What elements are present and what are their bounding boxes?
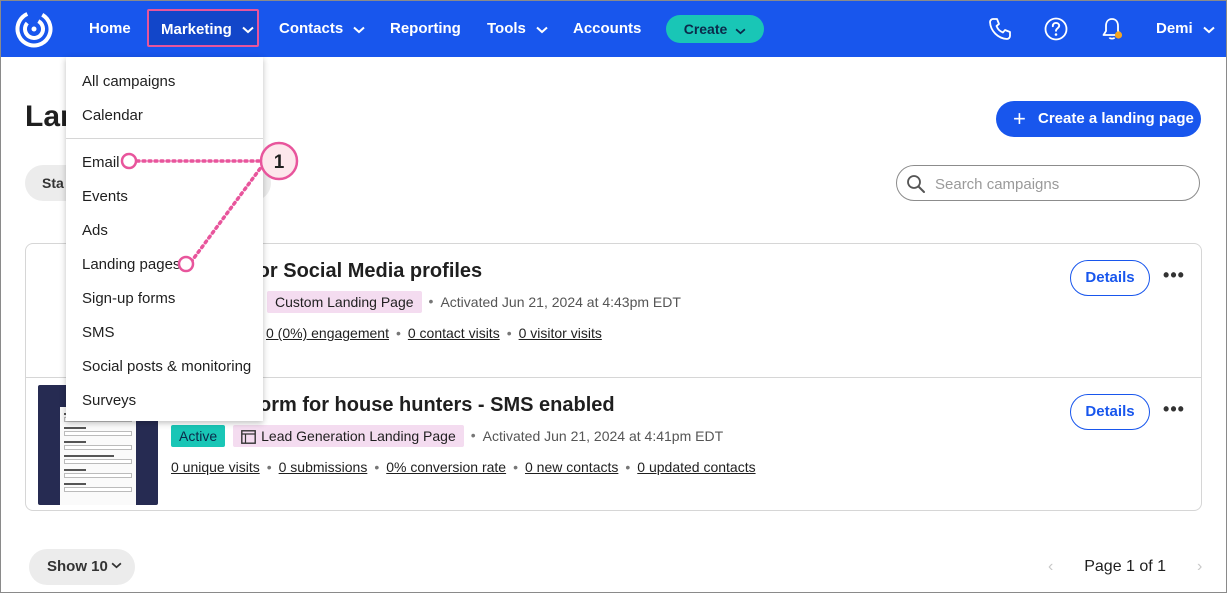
activated-text: Activated Jun 21, 2024 at 4:43pm EDT <box>440 294 681 310</box>
notification-dot <box>1114 31 1123 39</box>
stat-link[interactable]: 0 submissions <box>279 459 368 475</box>
stat-link[interactable]: 0 contact visits <box>408 325 500 341</box>
details-button[interactable]: Details <box>1070 260 1150 296</box>
more-options-icon[interactable]: ••• <box>1162 262 1186 292</box>
chevron-down-icon <box>111 562 122 569</box>
row-stats: 0 unique visits • 0 submissions • 0% convers… <box>171 459 756 475</box>
menu-item-all-campaigns[interactable]: All campaigns <box>82 73 175 90</box>
activated-text: Activated Jun 21, 2024 at 4:41pm EDT <box>482 428 724 444</box>
stat-link[interactable]: 0 new contacts <box>525 459 618 475</box>
menu-item-email[interactable]: Email <box>82 154 120 171</box>
status-badge: Active <box>171 425 226 447</box>
stat-link[interactable]: 0 visitor visits <box>519 325 602 341</box>
page-indicator: Page 1 of 1 <box>1084 558 1167 575</box>
user-menu[interactable]: Demi <box>1156 0 1215 57</box>
constant-contact-logo-icon[interactable] <box>15 10 53 48</box>
chevron-down-icon <box>735 16 746 44</box>
type-badge: Lead Generation Landing Page <box>233 425 464 447</box>
search-icon <box>907 175 925 193</box>
search-box[interactable] <box>896 165 1200 202</box>
chevron-down-icon <box>242 11 254 49</box>
phone-icon[interactable] <box>987 16 1013 42</box>
callout-number: 1 <box>274 152 285 173</box>
menu-item-events[interactable]: Events <box>82 188 128 205</box>
top-navbar: Home Marketing Contacts Reporting Tools … <box>0 0 1227 57</box>
landing-page-icon <box>241 430 257 444</box>
nav-tools[interactable]: Tools <box>487 0 548 57</box>
plus-icon: + <box>1013 106 1026 131</box>
row-meta: Active Lead Generation Landing Page • Activ… <box>171 425 723 449</box>
chevron-down-icon <box>536 1 548 58</box>
bell-icon[interactable] <box>1099 16 1125 42</box>
stat-link[interactable]: 0% conversion rate <box>386 459 506 475</box>
more-options-icon[interactable]: ••• <box>1162 396 1186 426</box>
type-badge: Custom Landing Page <box>267 291 422 313</box>
stat-link[interactable]: 0 (0%) engagement <box>266 325 389 341</box>
menu-divider <box>66 138 263 139</box>
pagination: ‹ Page 1 of 1 › <box>1048 549 1202 585</box>
menu-item-social-posts[interactable]: Social posts & monitoring <box>82 358 251 375</box>
nav-accounts[interactable]: Accounts <box>573 0 641 57</box>
menu-item-ads[interactable]: Ads <box>82 222 108 239</box>
chevron-down-icon <box>1203 1 1215 58</box>
stat-link[interactable]: 0 unique visits <box>171 459 260 475</box>
chevron-left-icon[interactable]: ‹ <box>1048 558 1053 575</box>
nav-home[interactable]: Home <box>89 0 131 57</box>
menu-item-sign-up-forms[interactable]: Sign-up forms <box>82 290 175 307</box>
help-icon[interactable] <box>1043 16 1069 42</box>
create-button[interactable]: Create <box>666 15 764 43</box>
nav-marketing[interactable]: Marketing <box>147 9 259 47</box>
create-landing-page-button[interactable]: + Create a landing page <box>996 101 1201 137</box>
menu-item-surveys[interactable]: Surveys <box>82 392 136 409</box>
marketing-dropdown-menu: All campaigns Calendar Email Events Ads … <box>66 57 263 421</box>
menu-item-calendar[interactable]: Calendar <box>82 107 143 124</box>
search-input[interactable] <box>933 166 1187 202</box>
chevron-down-icon <box>353 1 365 58</box>
nav-reporting[interactable]: Reporting <box>390 0 461 57</box>
chevron-right-icon[interactable]: › <box>1197 558 1202 575</box>
page-size-select[interactable]: Show 10 <box>29 549 135 585</box>
details-button[interactable]: Details <box>1070 394 1150 430</box>
nav-contacts[interactable]: Contacts <box>279 0 365 57</box>
menu-item-landing-pages[interactable]: Landing pages <box>82 256 180 273</box>
menu-item-sms[interactable]: SMS <box>82 324 115 341</box>
stat-link[interactable]: 0 updated contacts <box>637 459 755 475</box>
